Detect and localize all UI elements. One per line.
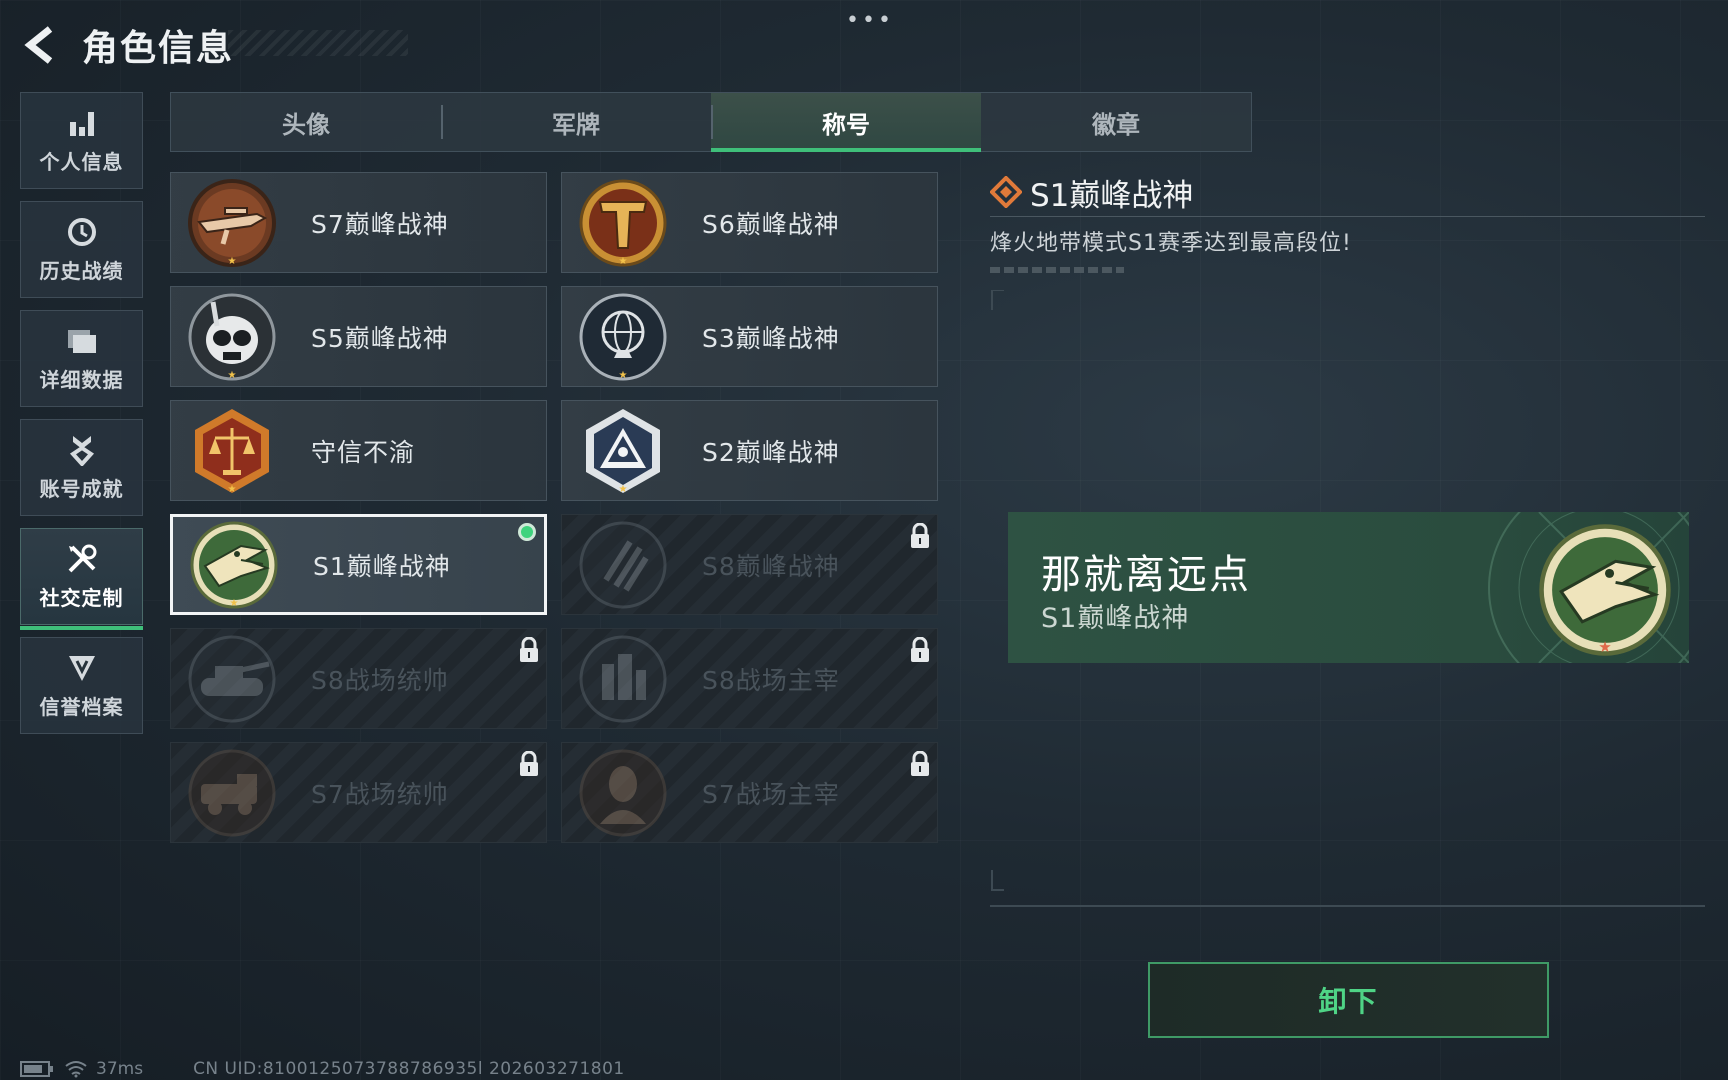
sidebar-item-label: 历史战绩 (39, 259, 124, 283)
svg-text:★: ★ (1598, 638, 1612, 656)
sidebar-item-history[interactable]: 历史战绩 (20, 201, 143, 298)
user-uid: CN UID:8100125073788786935l 202603271801 (193, 1059, 625, 1079)
title-card-s8-commander[interactable]: S8战场统帅 (170, 628, 547, 729)
tank-badge-icon (188, 635, 276, 722)
title-card-s1-peak[interactable]: ★ S1巅峰战神 (170, 514, 547, 615)
status-bar: 37ms CN UID:8100125073788786935l 2026032… (20, 1058, 625, 1080)
page-header: 角色信息 (20, 20, 234, 70)
svg-text:★: ★ (619, 370, 628, 381)
unequip-button[interactable]: 卸下 (1148, 962, 1549, 1038)
tools-icon (65, 542, 99, 576)
title-name: S8战场统帅 (311, 665, 449, 695)
title-card-s7-commander[interactable]: S7战场统帅 (170, 742, 547, 843)
title-card-s7-dominator[interactable]: S7战场主宰 (561, 742, 938, 843)
sidebar-item-label: 详细数据 (39, 368, 124, 392)
sidebar-item-label: 社交定制 (39, 586, 124, 610)
title-name: S1巅峰战神 (313, 551, 451, 581)
divider (990, 216, 1705, 217)
sidebar-item-label: 账号成就 (39, 477, 124, 501)
title-decoration (228, 30, 408, 56)
title-list: ★ S7巅峰战神 ★ S6巅峰战神 ★ S5巅峰战神 ★ S3巅峰战神 ★ 守信… (170, 172, 938, 843)
svg-text:★: ★ (619, 484, 628, 495)
crocodile-badge-icon: ★ (190, 521, 278, 609)
wifi-icon (65, 1061, 87, 1078)
title-card-s8-dominator[interactable]: S8战场主宰 (561, 628, 938, 729)
title-name: S5巅峰战神 (311, 323, 449, 353)
title-card-keep-faith[interactable]: ★ 守信不渝 (170, 400, 547, 501)
svg-text:★: ★ (228, 370, 237, 381)
lock-icon (911, 751, 929, 776)
more-dots-icon[interactable]: ••• (846, 8, 894, 33)
title-card-s3-peak[interactable]: ★ S3巅峰战神 (561, 286, 938, 387)
title-card-s8-peak[interactable]: S8巅峰战神 (561, 514, 938, 615)
claw-badge-icon (579, 521, 667, 608)
tab-avatar[interactable]: 头像 (171, 93, 441, 151)
title-name: S7战场统帅 (311, 779, 449, 809)
globe-trophy-badge-icon: ★ (579, 293, 667, 381)
sidebar-item-label: 个人信息 (39, 150, 124, 174)
svg-text:★: ★ (230, 598, 239, 609)
title-card-s2-peak[interactable]: ★ S2巅峰战神 (561, 400, 938, 501)
svg-text:★: ★ (619, 256, 628, 267)
lock-icon (911, 523, 929, 548)
title-card-s6-peak[interactable]: ★ S6巅峰战神 (561, 172, 938, 273)
achievement-medal-icon (65, 433, 99, 467)
detail-description: 烽火地带模式S1赛季达到最高段位! (990, 231, 1352, 256)
scales-badge-icon: ★ (195, 408, 269, 495)
sidebar-item-credit-record[interactable]: 信誉档案 (20, 637, 143, 734)
ping-value: 37ms (96, 1059, 144, 1079)
title-card-s7-peak[interactable]: ★ S7巅峰战神 (170, 172, 547, 273)
history-clock-icon (65, 215, 99, 249)
title-name: S7巅峰战神 (311, 209, 449, 239)
player-name: 那就离远点 (1041, 552, 1251, 598)
crocodile-badge-icon: ★ (1539, 524, 1671, 656)
bar-chart-icon (65, 106, 99, 140)
credit-shield-icon (65, 651, 99, 685)
title-name: S6巅峰战神 (702, 209, 840, 239)
battery-icon (20, 1061, 53, 1077)
skull-mask-badge-icon: ★ (188, 293, 276, 381)
title-name: S8战场主宰 (702, 665, 840, 695)
sniper-rifle-badge-icon: ★ (188, 178, 276, 267)
title-detail: S1巅峰战神 烽火地带模式S1赛季达到最高段位! (990, 172, 1705, 273)
sidebar-item-label: 信誉档案 (39, 695, 124, 719)
title-card-s5-peak[interactable]: ★ S5巅峰战神 (170, 286, 547, 387)
lock-icon (520, 637, 538, 662)
description-decoration (990, 267, 1124, 273)
truck-badge-icon (188, 749, 276, 836)
detail-title-row: S1巅峰战神 (990, 172, 1705, 214)
preview-title: S1巅峰战神 (1041, 603, 1190, 634)
folder-icon (65, 324, 99, 358)
city-badge-icon (579, 635, 667, 722)
back-arrow-icon[interactable] (20, 22, 60, 68)
soldier-badge-icon (579, 749, 667, 836)
title-name: S7战场主宰 (702, 779, 840, 809)
svg-text:★: ★ (228, 256, 237, 267)
sidebar-item-personal-info[interactable]: 个人信息 (20, 92, 143, 189)
tab-bar: 头像 军牌 称号 徽章 (170, 92, 1252, 152)
sidebar-item-social-custom[interactable]: 社交定制 (20, 528, 143, 630)
page-title: 角色信息 (82, 28, 235, 69)
equipped-indicator (518, 523, 536, 541)
eye-triangle-badge-icon: ★ (586, 408, 660, 495)
title-name: S8巅峰战神 (702, 551, 840, 581)
sidebar-item-achievements[interactable]: 账号成就 (20, 419, 143, 516)
svg-text:★: ★ (228, 484, 237, 495)
tab-title[interactable]: 称号 (711, 93, 981, 152)
title-preview-card: 那就离远点 S1巅峰战神 ★ (1008, 512, 1689, 663)
lock-icon (911, 637, 929, 662)
title-name: S3巅峰战神 (702, 323, 840, 353)
diamond-emblem-icon (990, 176, 1022, 208)
sidebar: 个人信息 历史战绩 详细数据 账号成就 社交定制 信誉档案 (20, 92, 144, 746)
title-name: S2巅峰战神 (702, 437, 840, 467)
unequip-button-label: 卸下 (1318, 985, 1379, 1018)
title-name: 守信不渝 (311, 437, 416, 467)
tab-dog-tag[interactable]: 军牌 (441, 93, 711, 151)
gold-t-shield-badge-icon: ★ (579, 179, 667, 267)
sidebar-item-detailed-data[interactable]: 详细数据 (20, 310, 143, 407)
detail-title: S1巅峰战神 (1030, 177, 1194, 214)
lock-icon (520, 751, 538, 776)
tab-badge[interactable]: 徽章 (981, 93, 1251, 151)
